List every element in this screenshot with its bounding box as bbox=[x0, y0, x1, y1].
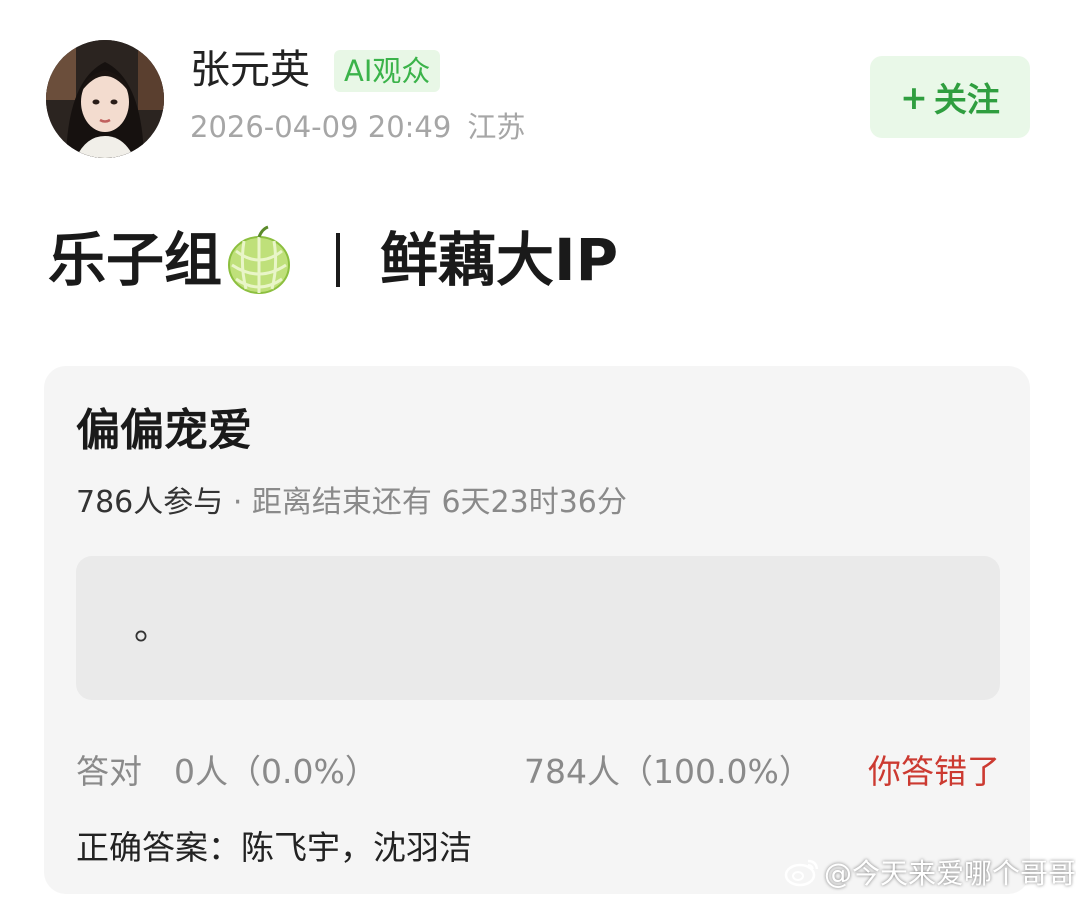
follow-button[interactable]: + 关注 bbox=[870, 56, 1030, 138]
user-name[interactable]: 张元英 bbox=[190, 44, 310, 96]
weibo-logo-icon bbox=[784, 859, 819, 887]
wrong-count: 784人（100.0%） bbox=[524, 752, 812, 791]
stats-separator: · bbox=[232, 485, 243, 520]
watermark-text: @今天来爱哪个哥哥 bbox=[824, 857, 1076, 890]
follow-label: 关注 bbox=[933, 80, 1000, 119]
post-location: 江苏 bbox=[467, 110, 526, 144]
avatar[interactable] bbox=[46, 40, 164, 158]
quiz-title: 偏偏宠爱 bbox=[76, 405, 252, 456]
ai-audience-badge: AI观众 bbox=[334, 50, 441, 92]
watermark: @今天来爱哪个哥哥 bbox=[784, 852, 1076, 892]
quiz-participants: 786人参与 bbox=[76, 485, 224, 520]
post-title-right: 鲜藕大IP bbox=[380, 226, 619, 294]
quiz-deadline: 距离结束还有 6天23时36分 bbox=[251, 485, 627, 520]
correct-answer: 正确答案：陈飞宇，沈羽洁 bbox=[76, 828, 472, 867]
quiz-stats: 786人参与 · 距离结束还有 6天23时36分 bbox=[76, 482, 627, 524]
post-page: 张元英 AI观众 2026-04-09 20:49 江苏 + 关注 乐子组 鲜藕大… bbox=[0, 0, 1076, 900]
quiz-card[interactable]: 偏偏宠爱 786人参与 · 距离结束还有 6天23时36分 。 答对 0人（0.… bbox=[44, 366, 1030, 894]
post-title: 乐子组 鲜藕大IP bbox=[48, 224, 618, 296]
correct-count: 0人（0.0%） bbox=[174, 752, 378, 791]
wrong-status: 你答错了 bbox=[868, 752, 1000, 791]
answer-text: 。 bbox=[134, 607, 171, 648]
title-divider bbox=[336, 233, 341, 287]
answer-option[interactable]: 。 bbox=[76, 556, 1000, 700]
melon-icon bbox=[226, 225, 292, 295]
plus-icon: + bbox=[900, 77, 928, 117]
result-row: 答对 0人（0.0%） 784人（100.0%） 你答错了 bbox=[76, 748, 1000, 796]
post-timestamp: 2026-04-09 20:49 bbox=[190, 110, 452, 144]
post-title-left: 乐子组 bbox=[48, 226, 223, 294]
post-meta: 2026-04-09 20:49 江苏 bbox=[190, 106, 525, 148]
correct-label: 答对 bbox=[76, 752, 142, 791]
